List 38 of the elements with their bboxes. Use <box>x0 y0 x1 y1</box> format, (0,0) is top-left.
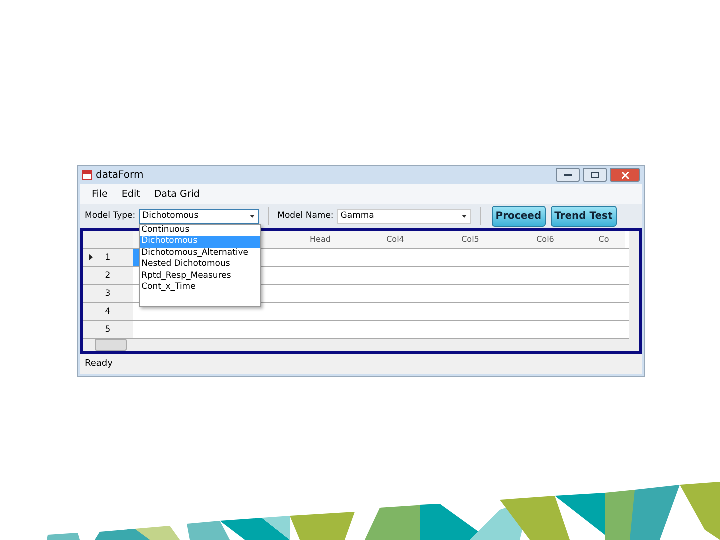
column-header[interactable]: Head <box>283 231 358 248</box>
model-type-dropdown[interactable]: Dichotomous <box>138 208 259 224</box>
column-header[interactable]: Col6 <box>508 231 583 248</box>
minimize-icon <box>564 174 572 176</box>
action-button[interactable]: Trend Test <box>550 206 617 226</box>
dropdown-option[interactable]: Rptd_Resp_Measures <box>140 270 260 282</box>
close-button[interactable] <box>610 168 640 182</box>
row-header[interactable]: 1 <box>83 249 133 266</box>
menu-item[interactable]: File <box>92 188 108 200</box>
status-text: Ready <box>80 354 642 374</box>
column-header[interactable]: Col4 <box>358 231 433 248</box>
minimize-button[interactable] <box>556 168 580 182</box>
maximize-button[interactable] <box>583 168 607 182</box>
app-icon <box>82 170 92 180</box>
model-name-label: Model Name: <box>278 211 334 221</box>
column-header[interactable]: Col5 <box>433 231 508 248</box>
dropdown-option[interactable]: Nested Dichotomous <box>140 259 260 270</box>
model-type-label: Model Type: <box>85 211 136 221</box>
close-icon <box>622 172 628 178</box>
window-title: dataForm <box>96 170 144 180</box>
horizontal-scrollbar[interactable] <box>83 339 639 351</box>
model-name-dropdown[interactable]: Gamma <box>336 208 471 224</box>
action-button[interactable]: Proceed <box>492 206 546 226</box>
menu-item[interactable]: Edit <box>122 188 140 200</box>
current-row-icon <box>89 254 93 261</box>
row-header[interactable]: 2 <box>83 267 133 284</box>
row-header[interactable]: 5 <box>83 321 133 338</box>
dropdown-option[interactable]: Cont_x_Time <box>140 282 260 294</box>
caret-icon <box>462 214 467 218</box>
maximize-icon <box>591 172 599 178</box>
column-header[interactable]: Co <box>583 231 625 248</box>
vertical-scrollbar[interactable] <box>629 231 639 339</box>
row-header[interactable]: 3 <box>83 285 133 302</box>
dropdown-option[interactable]: Dichotomous_Alternative <box>140 248 260 259</box>
caret-icon <box>250 214 255 218</box>
menu-item[interactable]: Data Grid <box>154 188 200 200</box>
row-header[interactable]: 4 <box>83 303 133 320</box>
dropdown-option[interactable]: Continuous <box>140 224 260 236</box>
